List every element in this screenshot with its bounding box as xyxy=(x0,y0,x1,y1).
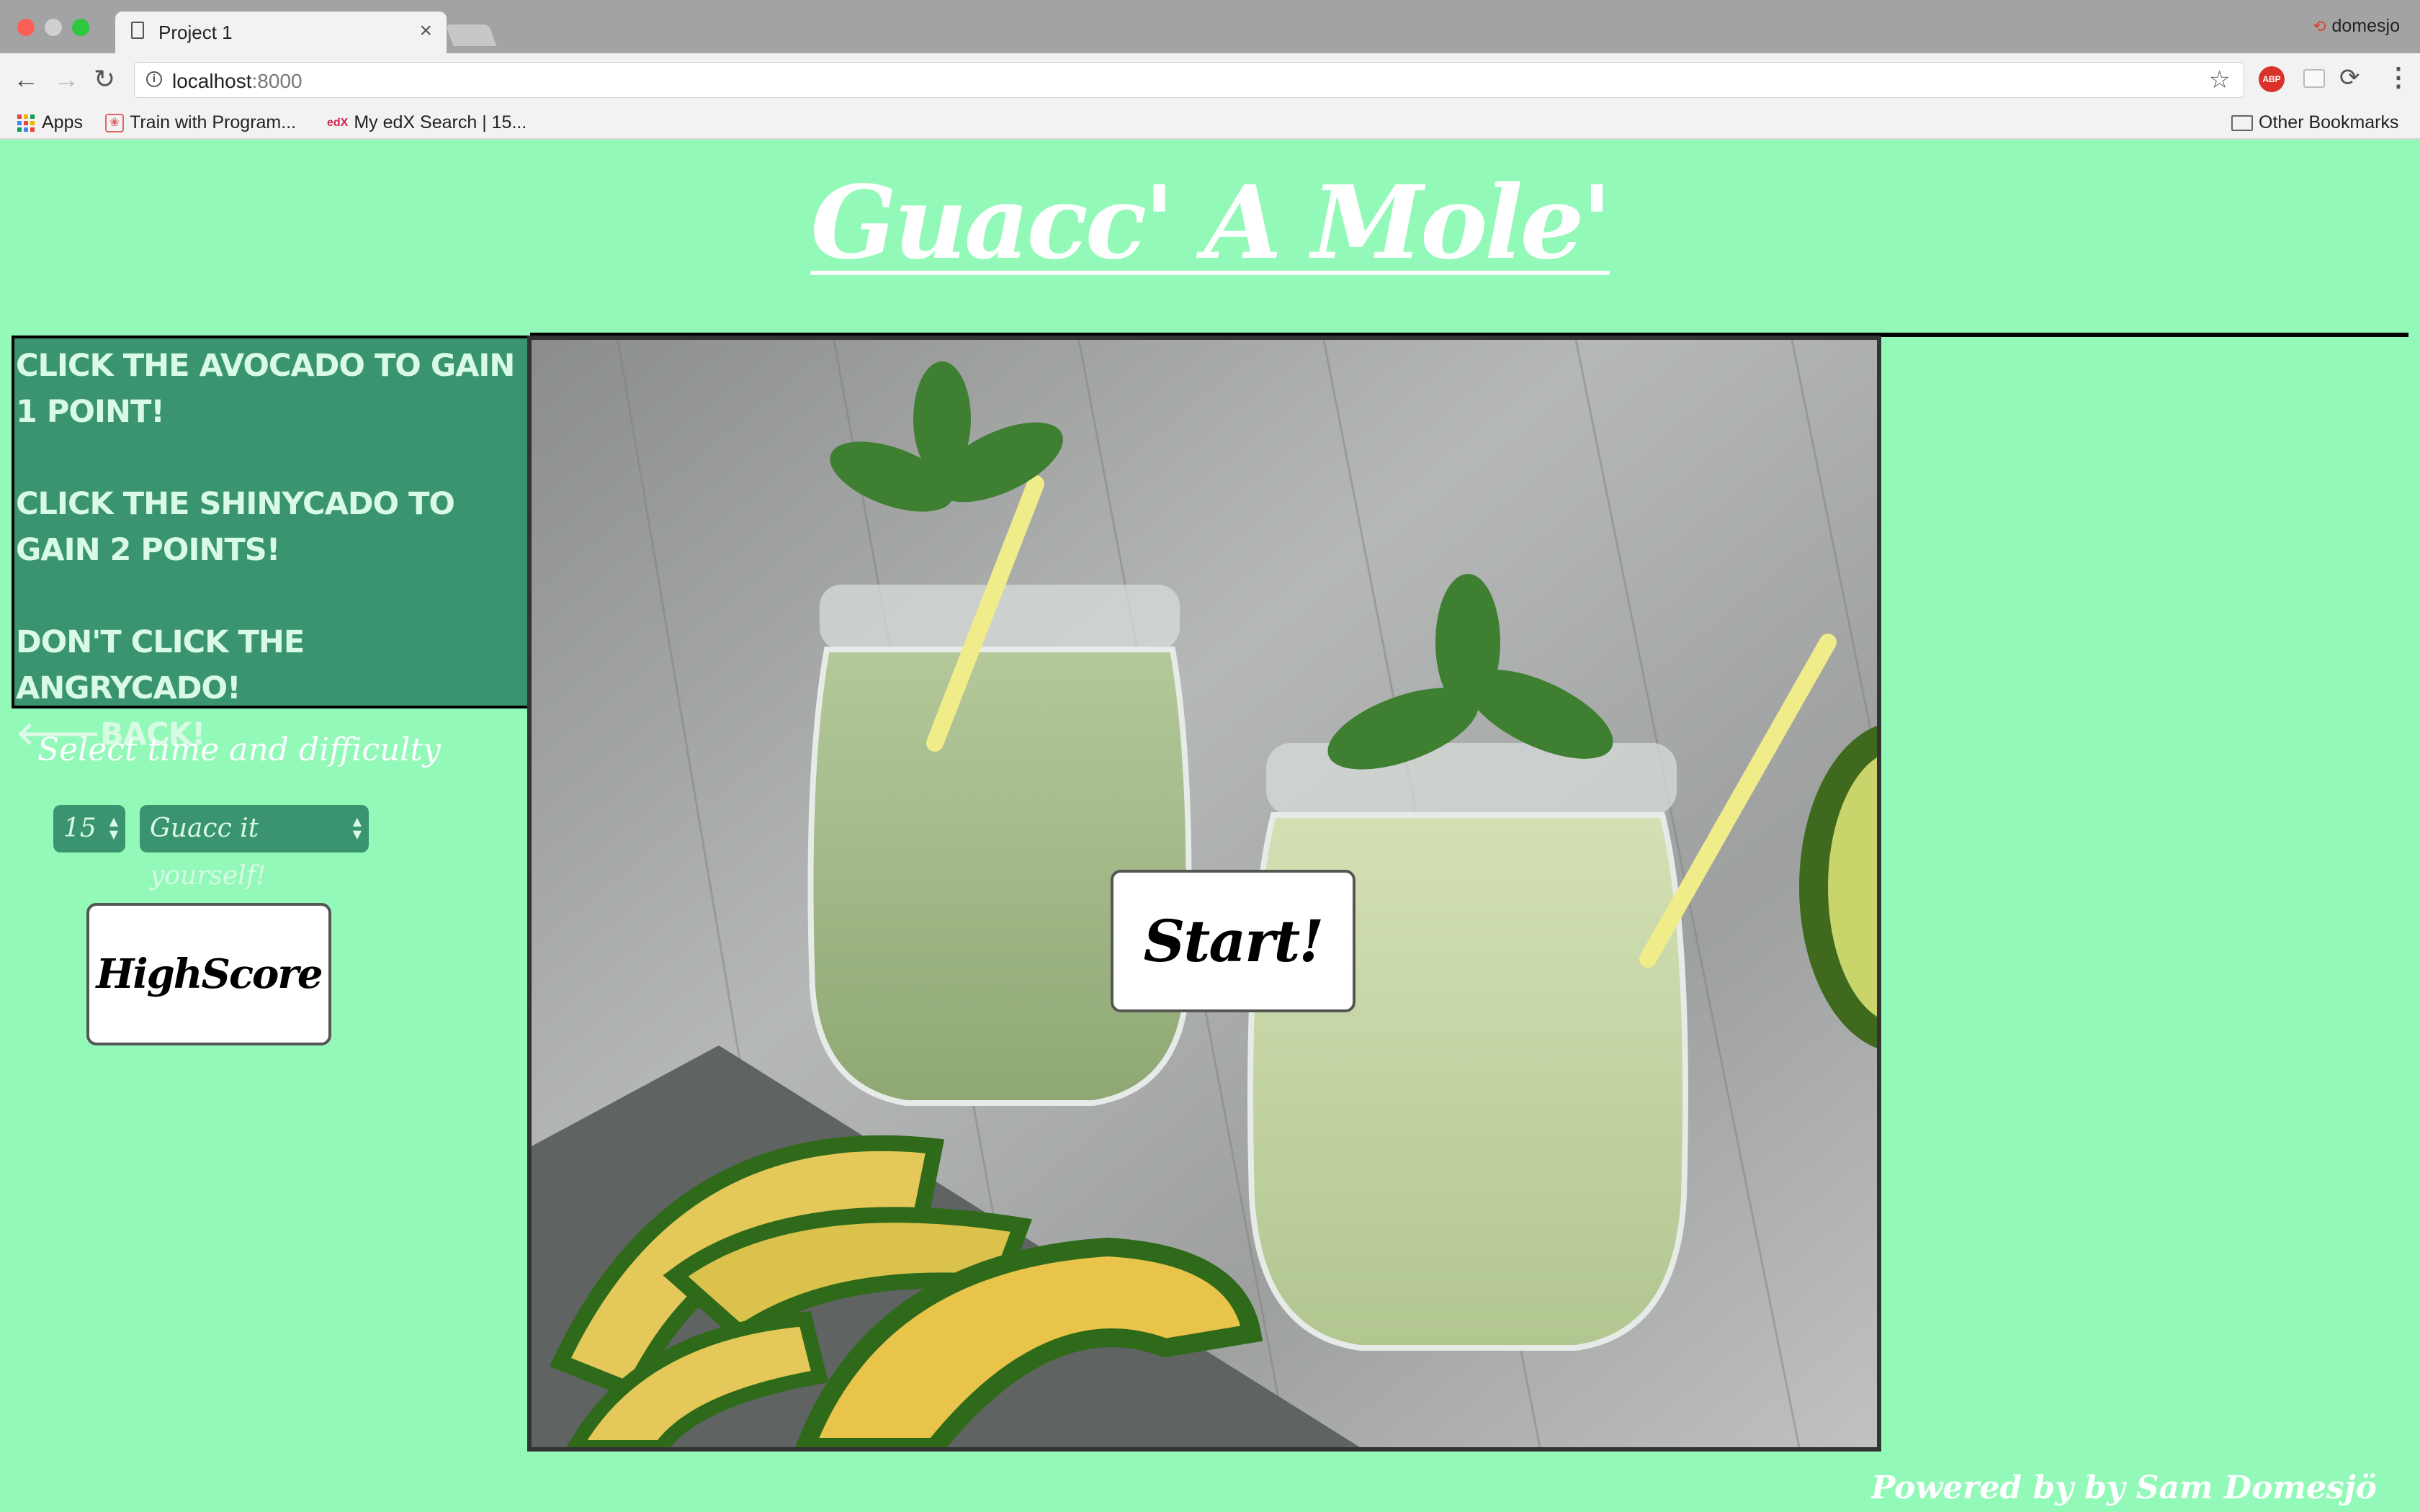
folder-icon xyxy=(2231,115,2253,132)
close-window-button[interactable] xyxy=(17,19,35,36)
edx-icon: edX xyxy=(327,117,349,130)
menu-icon[interactable]: ⋮ xyxy=(2385,62,2411,92)
extension-icon[interactable] xyxy=(2303,69,2325,88)
select-label: Select time and difficulty xyxy=(37,732,441,768)
tab-title: Project 1 xyxy=(158,22,233,43)
page-icon xyxy=(131,22,144,39)
browser-toolbar: ← → ↻ i localhost:8000 ☆ ABP ⟳ ⋮ xyxy=(0,53,2420,107)
profile-button[interactable]: ⟲ domesjo xyxy=(2313,16,2400,37)
page-title: Guacc' A Mole' xyxy=(810,164,1613,282)
rule-avocado: CLICK THE AVOCADO TO GAIN 1 POINT! xyxy=(16,348,515,430)
forward-icon[interactable]: → xyxy=(53,65,79,94)
bookmark-train-with-programiz[interactable]: ❀ Train with Program... xyxy=(105,112,296,133)
browser-tab-strip: Project 1 × ⟲ domesjo xyxy=(0,0,2420,53)
rule-shinycado: CLICK THE SHINYCADO TO GAIN 2 POINTS! xyxy=(16,486,455,568)
bookmark-label: Train with Program... xyxy=(130,112,297,132)
minimize-window-button[interactable] xyxy=(45,19,62,36)
new-tab-button[interactable] xyxy=(445,24,497,46)
bookmarks-bar: Apps ❀ Train with Program... edX My edX Se… xyxy=(0,107,2420,140)
apps-grid-icon xyxy=(17,114,35,132)
difficulty-value: Guacc it yourself! xyxy=(150,814,266,891)
rule-angrycado: DON'T CLICK THE ANGRYCADO! xyxy=(16,624,305,706)
highscore-button[interactable]: HighScore xyxy=(86,903,331,1045)
star-icon[interactable]: ☆ xyxy=(2209,66,2231,94)
time-select[interactable]: 15 ▲ ▼ xyxy=(53,805,125,852)
other-bookmarks-label: Other Bookmarks xyxy=(2259,112,2399,132)
back-icon[interactable]: ← xyxy=(13,65,39,94)
bookmark-label: Apps xyxy=(42,112,83,132)
profile-icon: ⟲ xyxy=(2313,17,2326,35)
url-host: localhost xyxy=(172,70,252,92)
select-arrows-icon: ▲ ▼ xyxy=(352,814,362,841)
browser-tab[interactable]: Project 1 × xyxy=(115,12,447,53)
reload-icon[interactable]: ↻ xyxy=(94,65,115,94)
game-page: Guacc' A Mole' CLICK THE AVOCADO TO GAIN… xyxy=(0,140,2420,1512)
url-port: :8000 xyxy=(251,70,302,92)
bookmark-label: My edX Search | 15... xyxy=(354,112,527,132)
select-arrows-icon: ▲ ▼ xyxy=(109,814,118,841)
tab-close-icon[interactable]: × xyxy=(419,19,432,43)
address-bar[interactable]: i localhost:8000 ☆ xyxy=(134,62,2244,98)
info-icon[interactable]: i xyxy=(146,71,162,87)
start-button[interactable]: Start! xyxy=(1111,870,1355,1012)
bookmark-apps[interactable]: Apps xyxy=(17,112,83,133)
difficulty-select[interactable]: Guacc it yourself! ▲ ▼ xyxy=(140,805,369,891)
sync-icon[interactable]: ⟳ xyxy=(2339,63,2360,92)
bookmark-edx-search[interactable]: edX My edX Search | 15... xyxy=(327,112,526,133)
bookmark-favicon-icon: ❀ xyxy=(105,114,124,133)
maximize-window-button[interactable] xyxy=(72,19,89,36)
other-bookmarks[interactable]: Other Bookmarks xyxy=(2231,112,2399,133)
profile-name: domesjo xyxy=(2331,16,2401,36)
adblock-icon[interactable]: ABP xyxy=(2259,66,2285,92)
url-text: localhost:8000 xyxy=(172,70,302,93)
footer-credit: Powered by by Sam Domesjö xyxy=(1871,1470,2377,1506)
time-value: 15 xyxy=(63,814,97,843)
rules-panel: CLICK THE AVOCADO TO GAIN 1 POINT! CLICK… xyxy=(12,336,530,752)
